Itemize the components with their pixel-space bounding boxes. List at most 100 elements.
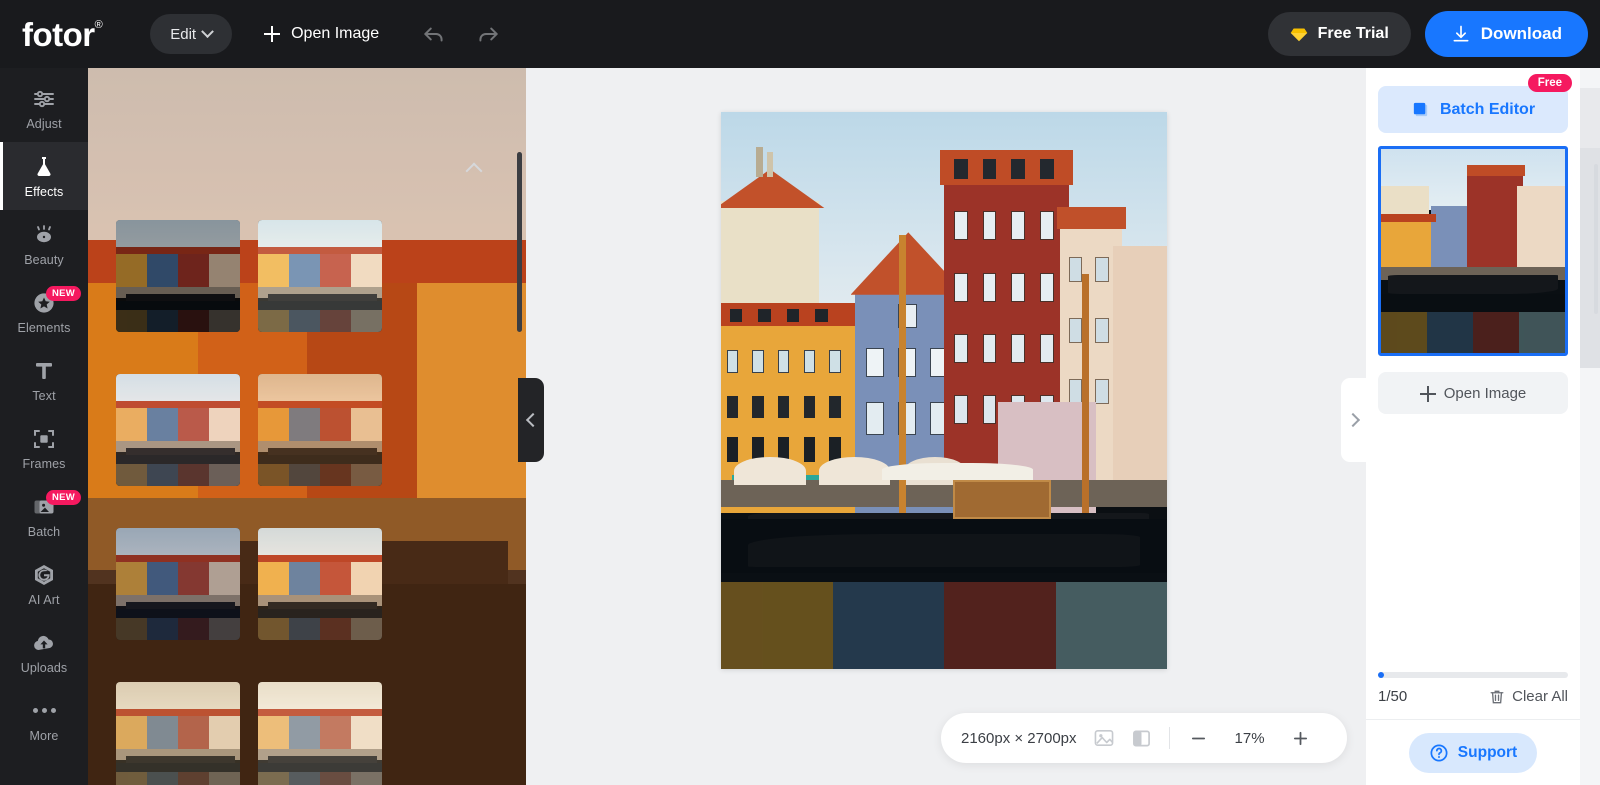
sidebar-item-adjust[interactable]: Adjust	[0, 74, 88, 142]
filter-thumbnail	[258, 220, 382, 332]
left-sidebar: Adjust Effects Beauty NEW Elements	[0, 68, 88, 785]
photo-building-far-right	[1113, 246, 1167, 502]
canvas-bottom-toolbar: 2160px × 2700px 17%	[941, 713, 1347, 763]
free-trial-label: Free Trial	[1318, 25, 1389, 43]
flask-icon	[31, 154, 57, 180]
undo-redo-group	[421, 21, 501, 47]
sidebar-item-frames[interactable]: Frames	[0, 414, 88, 482]
collapse-filters-panel-button[interactable]	[518, 378, 544, 462]
open-image-button[interactable]: Open Image	[254, 14, 389, 54]
filter-thumbnail	[258, 374, 382, 486]
right-panel: Free Batch Editor Open Image	[1366, 68, 1580, 785]
filter-thumbnail	[116, 374, 240, 486]
filter-thumbnail	[116, 528, 240, 640]
registered-mark: ®	[95, 19, 103, 31]
filter-thumbnail	[258, 528, 382, 640]
right-open-image-label: Open Image	[1444, 385, 1527, 402]
zoom-level-label: 17%	[1228, 730, 1272, 747]
photo-mast-rear	[1082, 274, 1089, 519]
edit-menu-label: Edit	[170, 26, 196, 43]
chevron-right-icon	[1345, 413, 1359, 427]
ellipsis-icon	[31, 698, 57, 724]
new-badge: NEW	[46, 286, 81, 301]
support-button[interactable]: Support	[1409, 733, 1537, 773]
eye-icon	[31, 222, 57, 248]
sliders-icon	[31, 86, 57, 112]
sidebar-item-label: Elements	[18, 321, 71, 335]
filter-group-scenes[interactable]: Scenes	[116, 140, 500, 202]
image-thumbnail-selected[interactable]	[1378, 146, 1568, 356]
zoom-in-button[interactable]	[1288, 725, 1314, 751]
photo-awning	[734, 457, 805, 485]
plus-icon	[1420, 386, 1434, 400]
filter-item-backit[interactable]: Backit	[258, 682, 382, 785]
photo-water	[721, 519, 1167, 669]
sidebar-item-label: Adjust	[26, 117, 61, 131]
sidebar-item-uploads[interactable]: Uploads	[0, 618, 88, 686]
layers-icon	[1411, 100, 1430, 119]
image-fit-icon[interactable]	[1093, 727, 1115, 749]
chevron-left-icon	[525, 413, 539, 427]
sidebar-item-more[interactable]: More	[0, 686, 88, 754]
image-count-label: 1/50	[1378, 688, 1407, 705]
sidebar-item-effects[interactable]: Effects	[0, 142, 88, 210]
sidebar-item-label: Uploads	[21, 661, 68, 675]
support-bar: Support	[1366, 719, 1580, 785]
canvas-area[interactable]	[526, 68, 1366, 785]
app-header: fotor® Edit Open Image Free Trial	[0, 0, 1600, 68]
sidebar-item-label: Beauty	[24, 253, 64, 267]
header-actions: Free Trial Download	[1268, 11, 1588, 57]
toolbar-divider	[1169, 727, 1170, 749]
scenes-thumbnail	[132, 150, 174, 192]
sidebar-item-elements[interactable]: NEW Elements	[0, 278, 88, 346]
filters-panel: Filters Effects My Favorites Scenes	[88, 68, 526, 785]
expand-right-panel-button[interactable]	[1341, 378, 1367, 462]
question-circle-icon	[1429, 743, 1449, 763]
clear-all-label: Clear All	[1512, 688, 1568, 705]
right-panel-footer: 1/50 Clear All	[1366, 672, 1580, 705]
sidebar-item-label: Effects	[25, 185, 64, 199]
sidebar-item-ai-art[interactable]: AI Art	[0, 550, 88, 618]
support-label: Support	[1458, 744, 1517, 762]
free-trial-button[interactable]: Free Trial	[1268, 12, 1411, 56]
sidebar-item-text[interactable]: Text	[0, 346, 88, 414]
sidebar-item-label: AI Art	[28, 593, 59, 607]
filter-item-sand[interactable]: Sand	[116, 682, 240, 785]
frame-icon	[31, 426, 57, 452]
app-logo-text: fotor	[22, 16, 95, 53]
right-edge-scrollbar[interactable]	[1594, 164, 1598, 314]
compare-icon[interactable]	[1131, 727, 1153, 749]
edit-menu-button[interactable]: Edit	[150, 14, 232, 54]
app-logo[interactable]: fotor®	[22, 18, 102, 51]
right-edge-panel-sliver	[1580, 68, 1600, 785]
clear-all-button[interactable]: Clear All	[1489, 688, 1568, 705]
sidebar-item-batch[interactable]: NEW Batch	[0, 482, 88, 550]
sidebar-item-label: More	[30, 729, 59, 743]
batch-status-row: 1/50 Clear All	[1378, 688, 1568, 705]
batch-editor-wrapper: Free Batch Editor	[1378, 86, 1568, 133]
gem-icon	[1290, 27, 1308, 42]
batch-progress-bar[interactable]	[1378, 672, 1568, 678]
free-badge: Free	[1528, 74, 1572, 92]
text-t-icon	[31, 358, 57, 384]
right-open-image-button[interactable]: Open Image	[1378, 372, 1568, 414]
download-button[interactable]: Download	[1425, 11, 1588, 57]
photo-awning	[819, 457, 890, 485]
download-label: Download	[1481, 24, 1562, 44]
photo-boat-canopy	[882, 463, 1034, 480]
upload-icon	[31, 630, 57, 656]
chevron-down-icon	[201, 25, 214, 38]
canvas-photo[interactable]	[721, 112, 1167, 669]
zoom-out-button[interactable]	[1186, 725, 1212, 751]
redo-icon[interactable]	[475, 21, 501, 47]
batch-editor-button[interactable]: Batch Editor	[1378, 86, 1568, 133]
sidebar-item-label: Frames	[23, 457, 66, 471]
sidebar-item-beauty[interactable]: Beauty	[0, 210, 88, 278]
batch-editor-label: Batch Editor	[1440, 101, 1535, 119]
filter-thumbnail	[116, 220, 240, 332]
new-badge: NEW	[46, 490, 81, 505]
image-dimensions-label: 2160px × 2700px	[961, 730, 1077, 747]
undo-icon[interactable]	[421, 21, 447, 47]
photo-wheelhouse	[953, 480, 1051, 519]
filters-panel-scrollbar[interactable]	[517, 152, 522, 332]
